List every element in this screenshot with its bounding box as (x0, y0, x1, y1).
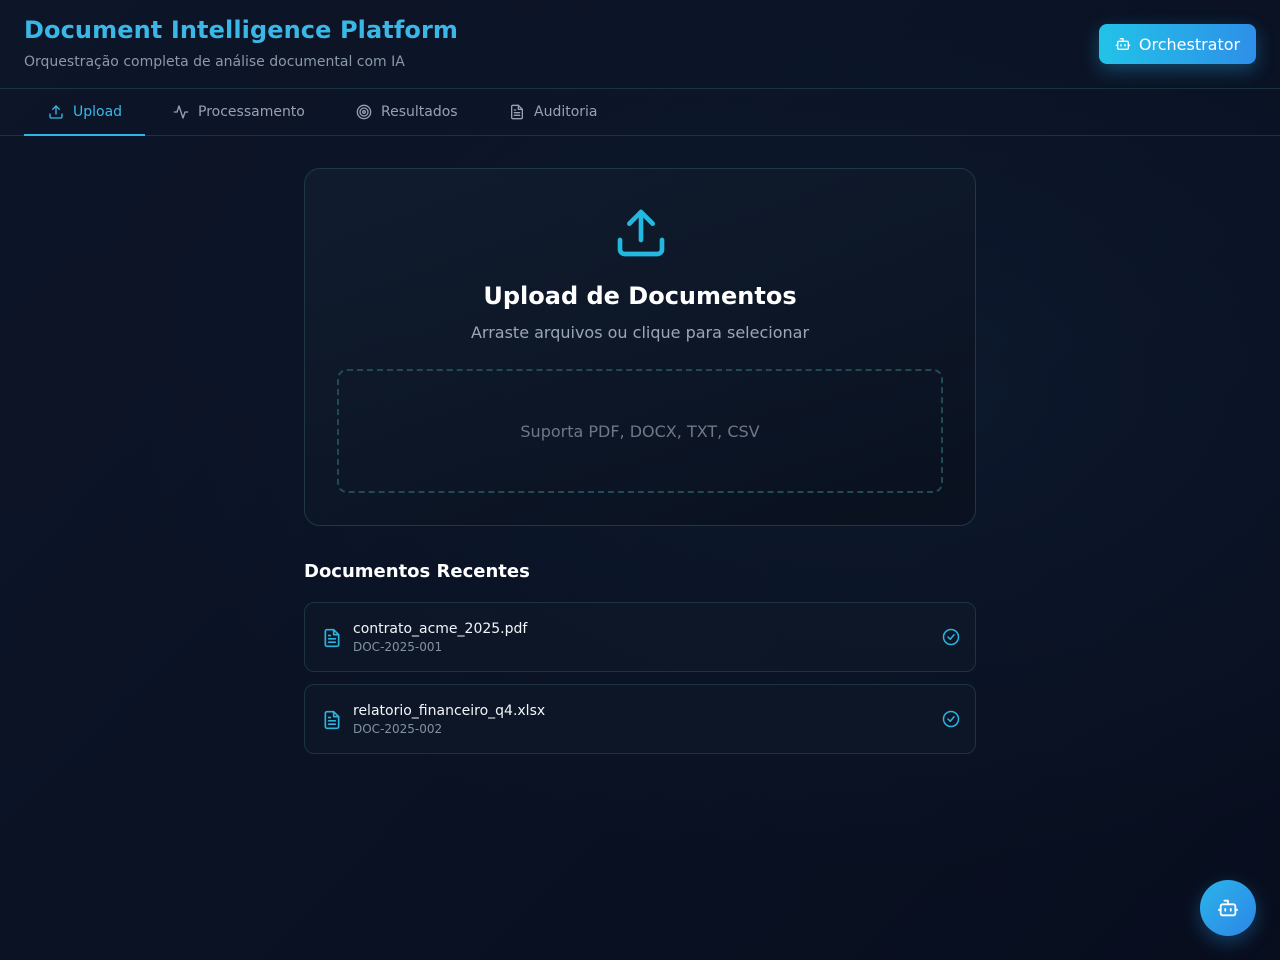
orchestrator-button[interactable]: Orchestrator (1099, 24, 1256, 64)
tab-processamento[interactable]: Processamento (173, 89, 305, 135)
check-circle-icon (942, 710, 960, 728)
app-header: Document Intelligence Platform Orquestra… (0, 0, 1280, 89)
document-id: DOC-2025-001 (353, 640, 443, 654)
file-dropzone[interactable]: Suporta PDF, DOCX, TXT, CSV (337, 369, 943, 493)
file-text-icon (511, 104, 523, 120)
tab-upload[interactable]: Upload (24, 89, 145, 136)
dropzone-hint: Suporta PDF, DOCX, TXT, CSV (520, 421, 760, 441)
bot-icon (1115, 38, 1131, 50)
upload-icon (617, 209, 665, 257)
check-circle-icon (942, 628, 960, 646)
tab-auditoria-label: Auditoria (534, 104, 598, 120)
file-text-icon (324, 628, 340, 648)
tab-auditoria[interactable]: Auditoria (509, 89, 598, 135)
app-subtitle: Orquestração completa de análise documen… (24, 54, 405, 70)
recent-documents-title: Documentos Recentes (304, 561, 530, 582)
assistant-fab-button[interactable] (1200, 880, 1256, 936)
target-icon (356, 104, 372, 120)
upload-title: Upload de Documentos (483, 282, 797, 310)
document-name: relatorio_financeiro_q4.xlsx (353, 703, 546, 719)
upload-card: Upload de Documentos Arraste arquivos ou… (304, 168, 976, 526)
app-title: Document Intelligence Platform (24, 16, 459, 44)
tab-upload-label: Upload (73, 104, 123, 120)
tab-resultados[interactable]: Resultados (356, 89, 458, 135)
tab-processamento-label: Processamento (198, 104, 305, 120)
orchestrator-button-label: Orchestrator (1138, 34, 1241, 54)
bot-icon (1217, 899, 1239, 917)
upload-subtitle: Arraste arquivos ou clique para selecion… (470, 323, 810, 342)
upload-icon (49, 105, 63, 119)
document-id: DOC-2025-002 (353, 722, 443, 736)
tab-resultados-label: Resultados (381, 104, 458, 120)
list-item[interactable]: contrato_acme_2025.pdf DOC-2025-001 (304, 602, 976, 672)
document-name: contrato_acme_2025.pdf (353, 621, 528, 637)
list-item[interactable]: relatorio_financeiro_q4.xlsx DOC-2025-00… (304, 684, 976, 754)
file-text-icon (324, 710, 340, 730)
activity-icon (173, 105, 189, 119)
tab-bar: Upload Processamento Resultados Auditori… (0, 89, 1280, 136)
